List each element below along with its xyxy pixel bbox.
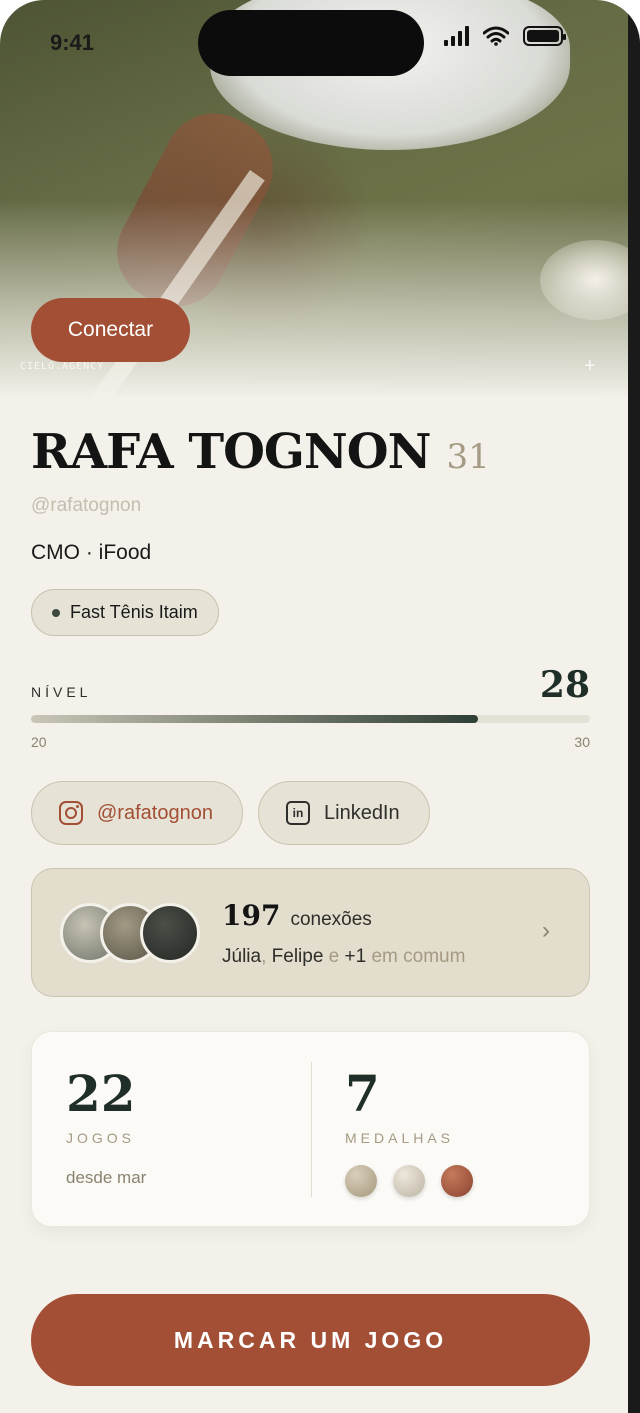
level-min: 20 [31, 734, 47, 750]
signal-icon [444, 26, 469, 46]
profile-age: 31 [446, 437, 490, 477]
wifi-icon [483, 26, 509, 46]
profile-name: RAFA TOGNON [31, 424, 431, 480]
profile-handle: @rafatognon [31, 495, 142, 516]
medal-icon[interactable] [345, 1165, 377, 1197]
connections-card[interactable]: 197 conexões Júlia, Felipe e +1 em comum… [31, 868, 590, 997]
name-row: RAFA TOGNON 31 [31, 424, 490, 480]
games-count: 22 [66, 1064, 136, 1123]
schedule-game-button[interactable]: MARCAR UM JOGO [31, 1294, 590, 1386]
status-icons [444, 26, 566, 46]
status-time: 9:41 [50, 30, 95, 55]
mutual-name: Felipe [271, 946, 324, 967]
battery-icon [523, 26, 566, 46]
plus-icon: + [584, 355, 596, 377]
level-label: NÍVEL [31, 684, 92, 700]
medal-icon[interactable] [441, 1165, 473, 1197]
avatar [140, 903, 200, 963]
connections-count-row: 197 conexões [222, 899, 372, 932]
stats-divider [311, 1062, 312, 1197]
level-progress-fill [31, 715, 479, 723]
mutual-name: Júlia [222, 946, 262, 967]
stats-card: 22 JOGOS desde mar 7 MEDALHAS [31, 1031, 590, 1227]
level-max: 30 [574, 734, 590, 750]
games-label: JOGOS [66, 1130, 136, 1146]
level-value: 28 [539, 664, 590, 706]
medals-count: 7 [345, 1064, 380, 1123]
watermark: CIELO.AGENCY [20, 361, 105, 372]
profile-role: CMO · iFood [31, 541, 152, 564]
medals-row [345, 1165, 473, 1197]
mutual-sep: e [323, 946, 345, 967]
connect-button[interactable]: Conectar [31, 298, 190, 362]
club-chip[interactable]: Fast Tênis Itaim [31, 589, 219, 636]
linkedin-button[interactable]: in LinkedIn [258, 781, 430, 845]
linkedin-label: LinkedIn [324, 801, 400, 824]
mutual-sep: , [261, 946, 272, 967]
connections-count: 197 [222, 899, 281, 932]
instagram-button[interactable]: @rafatognon [31, 781, 243, 845]
avatar-stack [60, 903, 200, 963]
club-dot-icon [52, 608, 60, 617]
phone-frame [628, 0, 640, 1413]
mutual-suffix: em comum [366, 946, 466, 967]
phone-screen: 9:41 Conectar CIELO.AGENCY + RAFA TOGNON… [0, 0, 640, 1413]
chevron-right-icon: › [542, 917, 550, 944]
instagram-icon [59, 801, 83, 825]
medals-label: MEDALHAS [345, 1130, 455, 1146]
games-since: desde mar [66, 1168, 147, 1187]
club-name: Fast Tênis Itaim [70, 602, 198, 622]
medal-icon[interactable] [393, 1165, 425, 1197]
linkedin-icon: in [286, 801, 310, 825]
mutual-extra: +1 [344, 946, 367, 967]
dynamic-island [198, 10, 424, 76]
mutual-connections: Júlia, Felipe e +1 em comum [222, 946, 465, 968]
level-progress-bar [31, 715, 590, 723]
connections-label: conexões [290, 909, 372, 930]
instagram-handle: @rafatognon [97, 801, 213, 824]
